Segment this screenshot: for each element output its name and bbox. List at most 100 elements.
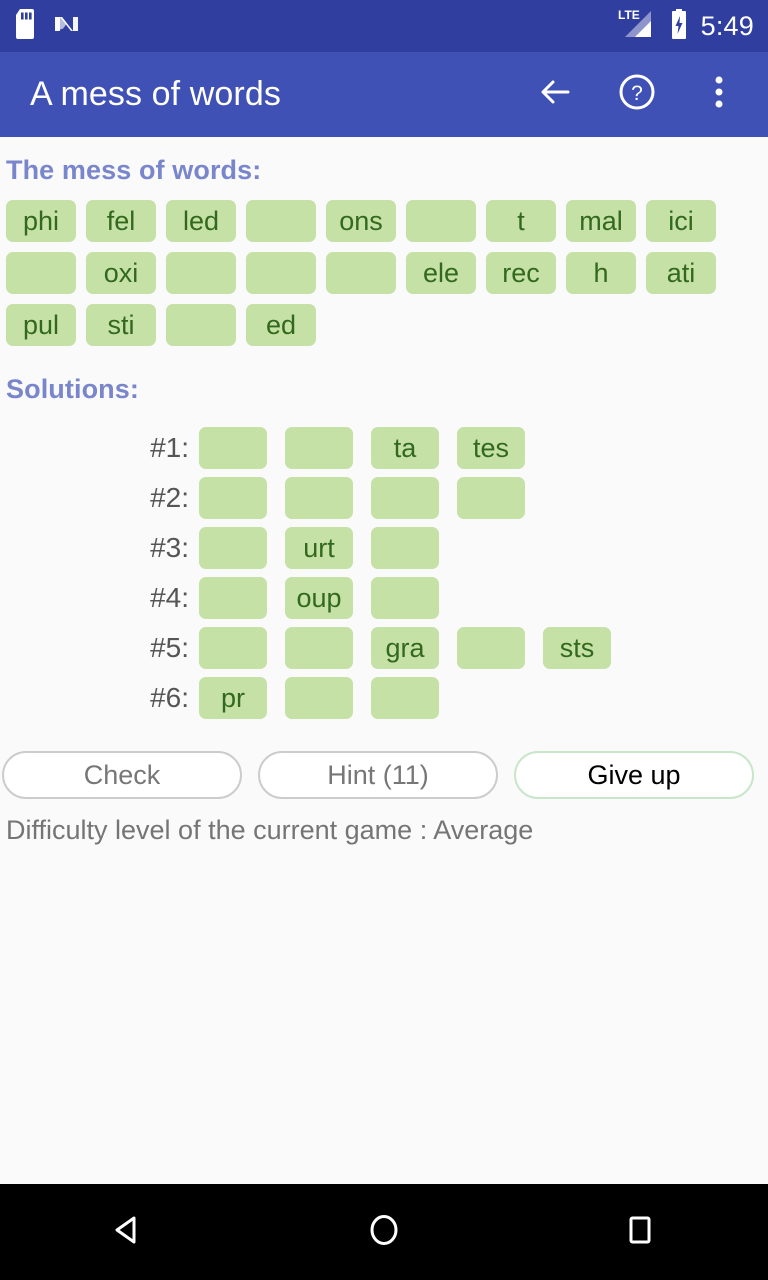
- main-content: The mess of words: phi fel led ons t mal ici ox…: [0, 137, 768, 846]
- solution-chip[interactable]: [371, 527, 439, 569]
- mess-chip[interactable]: ele: [406, 252, 476, 294]
- question-circle-icon: ?: [615, 70, 659, 119]
- solution-chip[interactable]: [199, 527, 267, 569]
- square-icon: [620, 1210, 660, 1255]
- solution-row: #5: gra sts: [0, 627, 768, 669]
- solution-chip[interactable]: [199, 577, 267, 619]
- mess-chip-row: pul sti ed: [6, 304, 768, 346]
- status-bar-right-icons: LTE 5:49: [617, 7, 754, 46]
- back-button[interactable]: [532, 72, 578, 118]
- lte-signal-icon: LTE: [617, 7, 657, 46]
- solution-row-label: #6:: [150, 682, 189, 713]
- solution-chip-group: pr: [199, 677, 439, 719]
- mess-chip[interactable]: ed: [246, 304, 316, 346]
- solution-row: #3: urt: [0, 527, 768, 569]
- solution-row: #1: ta tes: [0, 427, 768, 469]
- give-up-button[interactable]: Give up: [514, 751, 754, 799]
- solution-chip[interactable]: [285, 677, 353, 719]
- mess-chip[interactable]: oxi: [86, 252, 156, 294]
- arrow-left-icon: [534, 71, 576, 118]
- solution-chip[interactable]: [285, 627, 353, 669]
- solution-chip[interactable]: oup: [285, 577, 353, 619]
- solution-chip[interactable]: [285, 427, 353, 469]
- mess-chip-row: oxi ele rec h ati: [6, 252, 768, 294]
- solution-chip[interactable]: tes: [457, 427, 525, 469]
- status-bar-clock: 5:49: [700, 10, 754, 41]
- mess-chip[interactable]: h: [566, 252, 636, 294]
- mess-chip[interactable]: [326, 252, 396, 294]
- mess-chip[interactable]: pul: [6, 304, 76, 346]
- solution-chip[interactable]: [371, 477, 439, 519]
- solution-chip-group: [199, 477, 525, 519]
- solution-chip-group: urt: [199, 527, 439, 569]
- solution-chip[interactable]: sts: [543, 627, 611, 669]
- solution-chip[interactable]: [371, 577, 439, 619]
- mess-chip[interactable]: [6, 252, 76, 294]
- mess-chip[interactable]: mal: [566, 200, 636, 242]
- action-button-row: Check Hint (11) Give up: [0, 727, 768, 799]
- solution-chip[interactable]: [457, 627, 525, 669]
- solution-row: #2:: [0, 477, 768, 519]
- solution-chip[interactable]: [199, 627, 267, 669]
- solution-row-label: #4:: [150, 582, 189, 613]
- mess-chip[interactable]: ati: [646, 252, 716, 294]
- triangle-left-icon: [108, 1210, 148, 1255]
- mess-chip[interactable]: [246, 252, 316, 294]
- mess-of-words-heading: The mess of words:: [6, 155, 262, 185]
- battery-charging-icon: [669, 8, 689, 45]
- solution-chip[interactable]: [457, 477, 525, 519]
- hint-button[interactable]: Hint (11): [258, 751, 498, 799]
- solution-chip[interactable]: urt: [285, 527, 353, 569]
- svg-text:LTE: LTE: [618, 8, 640, 22]
- android-navigation-bar: [0, 1184, 768, 1280]
- mess-chip[interactable]: rec: [486, 252, 556, 294]
- solutions-heading: Solutions:: [6, 374, 139, 404]
- svg-text:?: ?: [631, 82, 643, 105]
- mess-chip[interactable]: [166, 252, 236, 294]
- solution-chip[interactable]: [285, 477, 353, 519]
- solution-row-label: #5:: [150, 632, 189, 663]
- solution-chip[interactable]: [199, 427, 267, 469]
- circle-icon: [364, 1210, 404, 1255]
- difficulty-label: Difficulty level of the current game : A…: [6, 815, 534, 845]
- more-vertical-icon: [712, 71, 726, 118]
- mess-chip[interactable]: [246, 200, 316, 242]
- mess-chip[interactable]: sti: [86, 304, 156, 346]
- status-bar: LTE 5:49: [0, 0, 768, 52]
- mess-chip[interactable]: fel: [86, 200, 156, 242]
- mess-chip[interactable]: led: [166, 200, 236, 242]
- help-button[interactable]: ?: [614, 72, 660, 118]
- check-button[interactable]: Check: [2, 751, 242, 799]
- solution-chip[interactable]: [371, 677, 439, 719]
- mess-chip[interactable]: phi: [6, 200, 76, 242]
- android-n-logo-icon: [52, 9, 82, 44]
- mess-chip-row: phi fel led ons t mal ici: [6, 200, 768, 242]
- solution-row-label: #3:: [150, 532, 189, 563]
- solutions-area: #1: ta tes #2: #3: urt #4: oup #5: gra sts #6: pr: [0, 405, 768, 719]
- solution-chip-group: gra sts: [199, 627, 611, 669]
- app-bar-actions: ?: [532, 72, 742, 118]
- solution-row-label: #1:: [150, 432, 189, 463]
- solution-chip[interactable]: [199, 477, 267, 519]
- solution-chip-group: ta tes: [199, 427, 525, 469]
- solution-row-label: #2:: [150, 482, 189, 513]
- app-bar: A mess of words ?: [0, 52, 768, 137]
- page-title: A mess of words: [30, 75, 281, 113]
- status-bar-left-icons: [14, 8, 82, 44]
- mess-chip[interactable]: [166, 304, 236, 346]
- sd-card-icon: [14, 8, 38, 44]
- solution-chip[interactable]: gra: [371, 627, 439, 669]
- nav-recents-button[interactable]: [585, 1184, 695, 1280]
- solution-row: #6: pr: [0, 677, 768, 719]
- nav-home-button[interactable]: [329, 1184, 439, 1280]
- mess-chip[interactable]: ici: [646, 200, 716, 242]
- mess-of-words-chip-area: phi fel led ons t mal ici oxi ele rec h ati pul sti ed: [0, 186, 768, 346]
- mess-chip[interactable]: t: [486, 200, 556, 242]
- overflow-menu-button[interactable]: [696, 72, 742, 118]
- mess-chip[interactable]: [406, 200, 476, 242]
- solution-chip[interactable]: pr: [199, 677, 267, 719]
- solution-row: #4: oup: [0, 577, 768, 619]
- nav-back-button[interactable]: [73, 1184, 183, 1280]
- solution-chip[interactable]: ta: [371, 427, 439, 469]
- mess-chip[interactable]: ons: [326, 200, 396, 242]
